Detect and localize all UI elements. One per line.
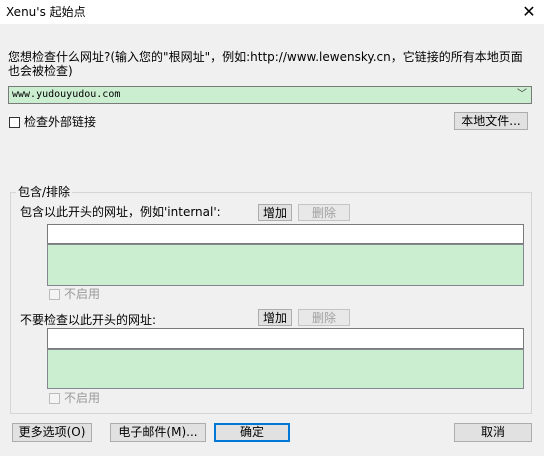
ok-button[interactable]: 确定 <box>214 423 290 442</box>
url-combobox-value[interactable]: www.yudouyudou.com <box>12 88 120 102</box>
exclude-remove-button[interactable]: 删除 <box>298 309 350 326</box>
exclude-disable-checkbox[interactable] <box>49 393 60 404</box>
include-add-button[interactable]: 增加 <box>258 204 292 221</box>
include-input[interactable] <box>47 224 524 244</box>
close-icon[interactable]: ✕ <box>514 0 544 24</box>
window-title: Xenu's 起始点 <box>6 5 86 19</box>
include-list[interactable] <box>47 244 524 286</box>
more-options-button[interactable]: 更多选项(O) <box>12 423 92 442</box>
url-combobox[interactable]: www.yudouyudou.com ﹀ <box>8 86 532 104</box>
include-exclude-group-title: 包含/排除 <box>16 185 73 199</box>
check-external-label[interactable]: 检查外部链接 <box>24 115 96 129</box>
include-disable-label[interactable]: 不启用 <box>64 287 100 301</box>
exclude-add-button[interactable]: 增加 <box>258 309 292 326</box>
exclude-disable-label[interactable]: 不启用 <box>64 391 100 405</box>
chevron-down-icon[interactable]: ﹀ <box>515 87 529 103</box>
check-external-checkbox[interactable] <box>9 117 20 128</box>
include-disable-checkbox[interactable] <box>49 289 60 300</box>
include-label: 包含以此开头的网址，例如'internal': <box>20 205 221 219</box>
include-remove-button[interactable]: 删除 <box>298 204 350 221</box>
cancel-button[interactable]: 取消 <box>454 423 532 442</box>
exclude-label: 不要检查以此开头的网址: <box>20 313 157 327</box>
title-bar: Xenu's 起始点 ✕ <box>0 0 544 24</box>
exclude-input[interactable] <box>47 328 524 349</box>
url-prompt-label: 您想检查什么网址?(输入您的"根网址"，例如:http://www.lewens… <box>8 50 523 78</box>
local-file-button[interactable]: 本地文件... <box>454 112 528 130</box>
email-button[interactable]: 电子邮件(M)... <box>110 423 206 442</box>
exclude-list[interactable] <box>47 349 524 389</box>
